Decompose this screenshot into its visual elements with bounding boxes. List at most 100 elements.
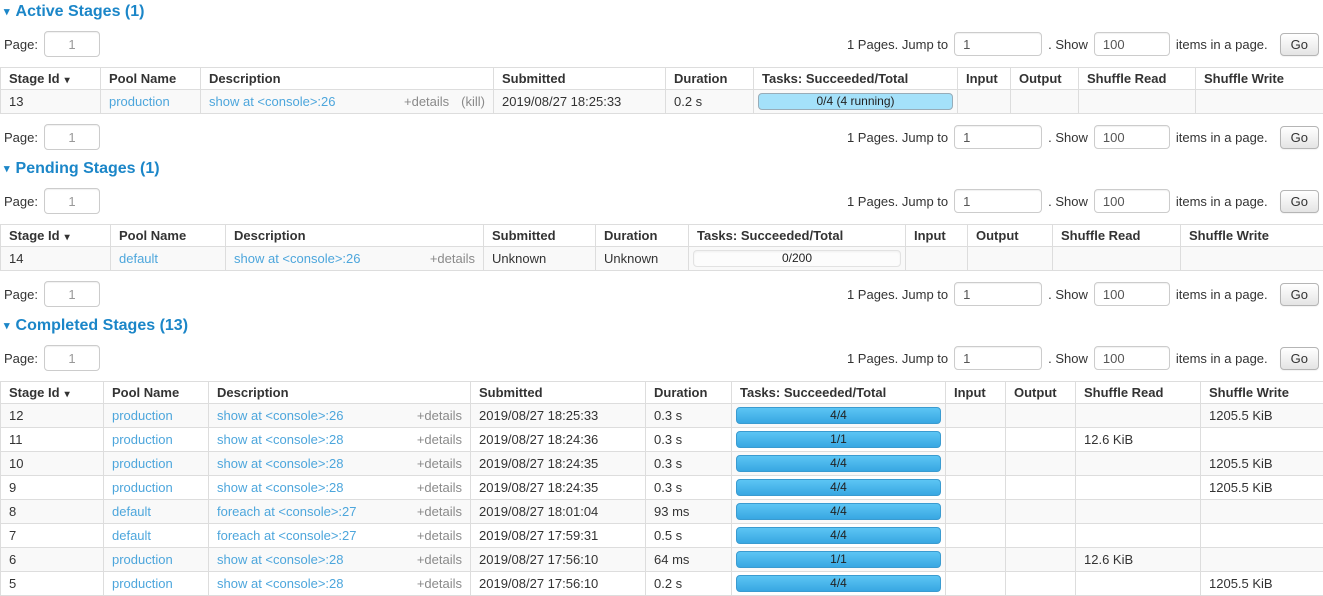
kill-link[interactable]: (kill) — [461, 94, 485, 109]
details-link[interactable]: +details — [417, 552, 462, 567]
pages-info-label: 1 Pages. Jump to — [847, 194, 948, 209]
column-header-tasks-succeeded-total[interactable]: Tasks: Succeeded/Total — [732, 382, 946, 404]
column-header-shuffle-write[interactable]: Shuffle Write — [1196, 68, 1323, 90]
description-link[interactable]: show at <console>:26 — [209, 94, 335, 109]
jump-to-input[interactable] — [954, 125, 1042, 149]
pool-name-link[interactable]: default — [112, 504, 151, 519]
submitted-cell: 2019/08/27 17:56:10 — [471, 548, 646, 572]
pool-name-link[interactable]: production — [112, 552, 173, 567]
pool-name-link[interactable]: default — [112, 528, 151, 543]
jump-to-input[interactable] — [954, 189, 1042, 213]
column-header-input[interactable]: Input — [946, 382, 1006, 404]
column-header-shuffle-read[interactable]: Shuffle Read — [1079, 68, 1196, 90]
column-header-description[interactable]: Description — [201, 68, 494, 90]
jump-to-input[interactable] — [954, 346, 1042, 370]
pool-name-link[interactable]: production — [112, 408, 173, 423]
show-input[interactable] — [1094, 32, 1170, 56]
column-header-pool-name[interactable]: Pool Name — [104, 382, 209, 404]
description-link[interactable]: show at <console>:28 — [217, 480, 343, 495]
column-header-stage-id[interactable]: Stage Id▾ — [1, 68, 101, 90]
column-header-shuffle-read[interactable]: Shuffle Read — [1053, 225, 1181, 247]
page-input[interactable] — [44, 281, 100, 307]
details-link[interactable]: +details — [417, 576, 462, 591]
go-button[interactable]: Go — [1280, 33, 1319, 56]
column-header-duration[interactable]: Duration — [646, 382, 732, 404]
details-link[interactable]: +details — [417, 504, 462, 519]
jump-to-input[interactable] — [954, 32, 1042, 56]
task-progress-label: 4/4 — [830, 576, 847, 590]
task-progress-bar: 1/1 — [736, 431, 941, 448]
column-header-description[interactable]: Description — [226, 225, 484, 247]
column-header-submitted[interactable]: Submitted — [484, 225, 596, 247]
details-link[interactable]: +details — [417, 528, 462, 543]
show-input[interactable] — [1094, 189, 1170, 213]
description-link[interactable]: show at <console>:28 — [217, 456, 343, 471]
show-label: . Show — [1048, 37, 1088, 52]
pending-stages-header[interactable]: ▾ Pending Stages (1) — [4, 160, 1323, 178]
jump-to-input[interactable] — [954, 282, 1042, 306]
pool-name-link[interactable]: production — [109, 94, 170, 109]
column-header-stage-id[interactable]: Stage Id▾ — [1, 225, 111, 247]
pool-name-link[interactable]: production — [112, 480, 173, 495]
pool-name-link[interactable]: production — [112, 456, 173, 471]
details-link[interactable]: +details — [417, 408, 462, 423]
column-header-shuffle-write[interactable]: Shuffle Write — [1201, 382, 1323, 404]
details-link[interactable]: +details — [417, 480, 462, 495]
page-input[interactable] — [44, 345, 100, 371]
column-header-output[interactable]: Output — [968, 225, 1053, 247]
details-link[interactable]: +details — [430, 251, 475, 266]
show-input[interactable] — [1094, 346, 1170, 370]
column-header-output[interactable]: Output — [1011, 68, 1079, 90]
column-header-pool-name[interactable]: Pool Name — [101, 68, 201, 90]
pool-name-link[interactable]: production — [112, 576, 173, 591]
column-header-duration[interactable]: Duration — [666, 68, 754, 90]
page-input[interactable] — [44, 124, 100, 150]
description-cell: show at <console>:28 +details — [209, 452, 471, 476]
items-label: items in a page. — [1176, 194, 1268, 209]
details-link[interactable]: +details — [417, 432, 462, 447]
show-input[interactable] — [1094, 282, 1170, 306]
column-header-duration[interactable]: Duration — [596, 225, 689, 247]
column-header-submitted[interactable]: Submitted — [471, 382, 646, 404]
details-link[interactable]: +details — [417, 456, 462, 471]
go-button[interactable]: Go — [1280, 347, 1319, 370]
column-header-shuffle-write[interactable]: Shuffle Write — [1181, 225, 1323, 247]
description-link[interactable]: show at <console>:28 — [217, 432, 343, 447]
duration-cell: 0.2 s — [666, 90, 754, 114]
duration-cell: Unknown — [596, 247, 689, 271]
completed-stages-header[interactable]: ▾ Completed Stages (13) — [4, 317, 1323, 335]
description-link[interactable]: show at <console>:26 — [217, 408, 343, 423]
show-input[interactable] — [1094, 125, 1170, 149]
go-button[interactable]: Go — [1280, 190, 1319, 213]
tasks-cell: 0/4 (4 running) — [754, 90, 958, 114]
section-title-text: Completed Stages (13) — [16, 317, 188, 335]
description-link[interactable]: show at <console>:28 — [217, 552, 343, 567]
submitted-cell: 2019/08/27 17:56:10 — [471, 572, 646, 596]
pool-name-link[interactable]: production — [112, 432, 173, 447]
column-header-input[interactable]: Input — [906, 225, 968, 247]
column-header-description[interactable]: Description — [209, 382, 471, 404]
column-header-tasks-succeeded-total[interactable]: Tasks: Succeeded/Total — [689, 225, 906, 247]
column-header-output[interactable]: Output — [1006, 382, 1076, 404]
page-input[interactable] — [44, 188, 100, 214]
description-link[interactable]: foreach at <console>:27 — [217, 528, 357, 543]
column-header-stage-id[interactable]: Stage Id▾ — [1, 382, 104, 404]
description-link[interactable]: show at <console>:28 — [217, 576, 343, 591]
go-button[interactable]: Go — [1280, 283, 1319, 306]
column-header-submitted[interactable]: Submitted — [494, 68, 666, 90]
active-stages-header[interactable]: ▾ Active Stages (1) — [4, 3, 1323, 21]
description-link[interactable]: show at <console>:26 — [234, 251, 360, 266]
column-header-tasks-succeeded-total[interactable]: Tasks: Succeeded/Total — [754, 68, 958, 90]
description-link[interactable]: foreach at <console>:27 — [217, 504, 357, 519]
show-label: . Show — [1048, 351, 1088, 366]
details-link[interactable]: +details — [404, 94, 449, 109]
column-header-shuffle-read[interactable]: Shuffle Read — [1076, 382, 1201, 404]
go-button[interactable]: Go — [1280, 126, 1319, 149]
column-header-pool-name[interactable]: Pool Name — [111, 225, 226, 247]
page-input[interactable] — [44, 31, 100, 57]
pool-name-link[interactable]: default — [119, 251, 158, 266]
output-cell — [1006, 524, 1076, 548]
column-header-input[interactable]: Input — [958, 68, 1011, 90]
active-stages-table: Stage Id▾Pool NameDescriptionSubmittedDu… — [0, 67, 1323, 114]
submitted-cell: 2019/08/27 18:01:04 — [471, 500, 646, 524]
